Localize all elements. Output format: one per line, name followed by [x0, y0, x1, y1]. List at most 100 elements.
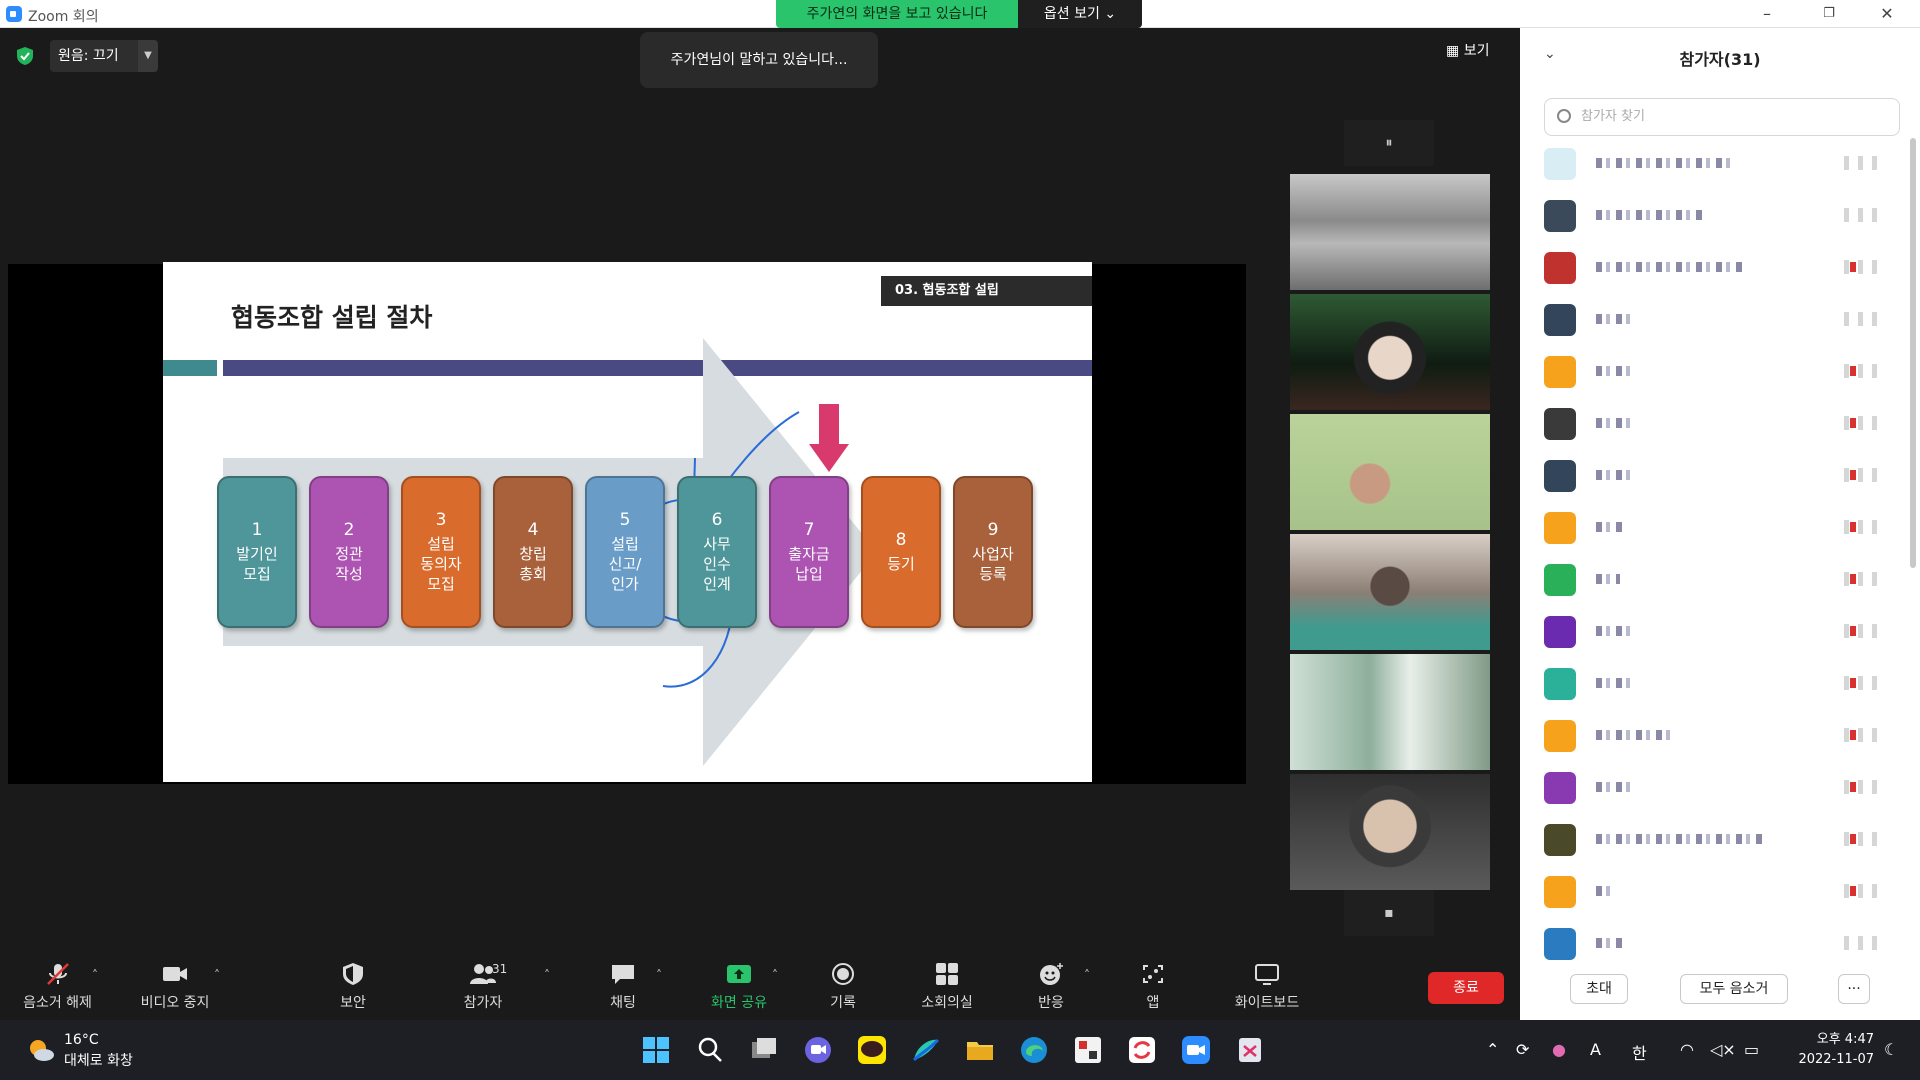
participant-row[interactable] [1544, 456, 1884, 496]
invite-button[interactable]: 초대 [1570, 974, 1628, 1004]
ime-mode-indicator[interactable]: 한 [1632, 1040, 1647, 1064]
step-label: 등기 [887, 555, 915, 573]
grid-icon: ▦ [1446, 43, 1460, 59]
gallery-scroll-up[interactable]: ⏸ [1344, 120, 1434, 166]
reactions-button[interactable]: 반응 [996, 958, 1106, 1018]
participant-video[interactable] [1290, 654, 1490, 770]
participant-row[interactable] [1544, 612, 1884, 652]
end-meeting-button[interactable]: 종료 [1428, 972, 1504, 1004]
participant-row[interactable] [1544, 664, 1884, 704]
avatar [1544, 928, 1576, 960]
participant-video[interactable] [1290, 414, 1490, 530]
participant-row[interactable] [1544, 560, 1884, 600]
security-button[interactable]: 보안 [298, 958, 408, 1018]
microphone-in-use-icon[interactable]: ● [1552, 1040, 1566, 1059]
video-options-caret-icon[interactable]: ˄ [214, 968, 220, 982]
zoom-taskbar-icon[interactable] [1180, 1034, 1212, 1066]
participant-row[interactable] [1544, 716, 1884, 756]
avatar [1544, 772, 1576, 804]
breakout-rooms-label: 소회의실 [921, 995, 973, 1011]
weather-widget[interactable]: 16°C 대체로 화창 [26, 1030, 186, 1070]
apps-icon [1143, 965, 1163, 983]
sync-app-icon[interactable] [1126, 1034, 1158, 1066]
avatar [1544, 460, 1576, 492]
more-options-button[interactable]: ··· [1838, 974, 1870, 1004]
encryption-shield-icon[interactable] [16, 46, 34, 66]
participant-name-blurred [1596, 210, 1706, 220]
participant-row[interactable] [1544, 248, 1884, 288]
step-number: 8 [895, 530, 907, 550]
participant-row[interactable] [1544, 404, 1884, 444]
battery-icon[interactable]: ▭ [1744, 1040, 1759, 1059]
sync-status-icon[interactable]: ⟳ [1516, 1040, 1529, 1059]
share-screen-button[interactable]: 화면 공유 [684, 958, 794, 1018]
chat-button[interactable]: 채팅 [568, 958, 678, 1018]
search-icon [1557, 109, 1571, 123]
audio-options-caret-icon[interactable]: ˄ [92, 968, 98, 982]
wifi-icon[interactable]: ◠ [1680, 1040, 1694, 1059]
participant-name-blurred [1596, 938, 1626, 948]
original-sound-toggle[interactable]: 원음: 끄기 ▼ [50, 40, 158, 72]
participant-video[interactable] [1290, 534, 1490, 650]
view-options-button[interactable]: 옵션 보기 ⌄ [1018, 0, 1142, 28]
participant-row[interactable] [1544, 196, 1884, 236]
unmute-button[interactable]: 음소거 해제 [0, 958, 115, 1018]
do-not-disturb-moon-icon[interactable]: ☾ [1884, 1040, 1898, 1059]
participant-row[interactable] [1544, 300, 1884, 340]
input-language-indicator[interactable]: A [1590, 1040, 1601, 1059]
process-step: 9 사업자 등록 [953, 476, 1033, 628]
whiteboard-button[interactable]: 화이트보드 [1212, 958, 1322, 1018]
avatar [1544, 668, 1576, 700]
participant-row[interactable] [1544, 508, 1884, 548]
minimize-button[interactable]: – [1744, 2, 1790, 26]
teams-chat-icon[interactable] [802, 1034, 834, 1066]
snipping-tool-icon[interactable] [1234, 1034, 1266, 1066]
breakout-rooms-button[interactable]: 소회의실 [892, 958, 1002, 1018]
share-caret-icon[interactable]: ˄ [772, 968, 778, 982]
apps-button[interactable]: 앱 [1098, 958, 1208, 1018]
system-clock[interactable]: 오후 4:47 2022-11-07 [1786, 1030, 1874, 1070]
participant-row[interactable] [1544, 144, 1884, 184]
chevron-down-icon[interactable]: ▼ [138, 40, 158, 72]
breakout-rooms-icon [936, 963, 958, 985]
participant-video[interactable] [1290, 774, 1490, 890]
windows-start-icon[interactable] [640, 1034, 672, 1066]
participant-row[interactable] [1544, 924, 1884, 964]
stop-video-button[interactable]: 비디오 중지 [120, 958, 230, 1018]
participant-video[interactable] [1290, 294, 1490, 410]
kakaotalk-icon[interactable] [856, 1034, 888, 1066]
muted-mic-icon [1850, 886, 1856, 896]
app-icon[interactable] [1072, 1034, 1104, 1066]
participants-caret-icon[interactable]: ˄ [544, 968, 550, 982]
chat-caret-icon[interactable]: ˄ [656, 968, 662, 982]
participant-search-input[interactable]: 참가자 찾기 [1544, 98, 1900, 136]
participant-row[interactable] [1544, 872, 1884, 912]
file-explorer-icon[interactable] [964, 1034, 996, 1066]
participants-button[interactable]: 31 참가자 [428, 958, 538, 1018]
close-button[interactable]: ✕ [1864, 2, 1910, 26]
speaker-muted-icon[interactable]: ◁× [1710, 1040, 1736, 1059]
show-hidden-icons-chevron-icon[interactable]: ⌃ [1486, 1040, 1499, 1059]
participant-name-blurred [1596, 574, 1620, 584]
muted-mic-icon [1850, 678, 1856, 688]
panel-scrollbar[interactable] [1910, 138, 1916, 568]
gallery-scroll-down[interactable]: ▪ [1344, 890, 1434, 936]
record-button[interactable]: 기록 [788, 958, 898, 1018]
search-placeholder: 참가자 찾기 [1581, 109, 1645, 124]
muted-mic-icon [1850, 262, 1856, 272]
presentation-slide: 협동조합 설립 절차 03. 협동조합 설립 1 발기인 모집 2 정관 작성 3 설립 … [163, 262, 1092, 782]
participant-row[interactable] [1544, 352, 1884, 392]
muted-mic-icon [1850, 366, 1856, 376]
edge-browser-icon[interactable] [1018, 1034, 1050, 1066]
title-bar: Zoom 회의 주가연의 화면을 보고 있습니다 옵션 보기 ⌄ – ❐ ✕ [0, 0, 1920, 28]
participant-video[interactable] [1290, 174, 1490, 290]
reactions-caret-icon[interactable]: ˄ [1084, 968, 1090, 982]
mute-all-button[interactable]: 모두 음소거 [1680, 974, 1788, 1004]
participant-row[interactable] [1544, 768, 1884, 808]
participant-row[interactable] [1544, 820, 1884, 860]
restore-button[interactable]: ❐ [1806, 2, 1852, 26]
view-button[interactable]: ▦ 보기 [1446, 40, 1489, 60]
whale-browser-icon[interactable] [910, 1034, 942, 1066]
task-view-icon[interactable] [748, 1034, 780, 1066]
search-icon[interactable] [694, 1034, 726, 1066]
